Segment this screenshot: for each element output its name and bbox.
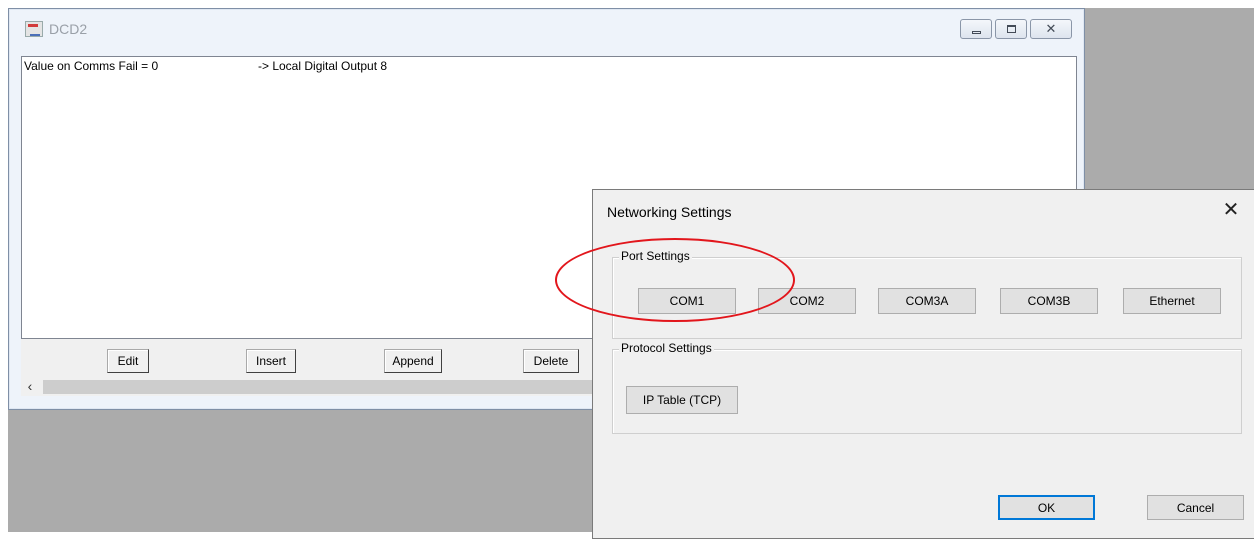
networking-settings-dialog: Networking Settings ✕ Port Settings COM1… <box>592 189 1254 539</box>
dialog-title: Networking Settings <box>607 204 732 220</box>
app-icon <box>25 21 43 37</box>
insert-button[interactable]: Insert <box>246 349 296 373</box>
com3b-button[interactable]: COM3B <box>1000 288 1098 314</box>
title-bar[interactable]: DCD2 ✕ <box>9 9 1084 49</box>
ok-button[interactable]: OK <box>998 495 1095 520</box>
close-button[interactable]: ✕ <box>1030 19 1072 39</box>
com2-button[interactable]: COM2 <box>758 288 856 314</box>
edit-button[interactable]: Edit <box>107 349 149 373</box>
com1-button[interactable]: COM1 <box>638 288 736 314</box>
protocol-settings-legend: Protocol Settings <box>619 341 714 355</box>
delete-button[interactable]: Delete <box>523 349 579 373</box>
cancel-button[interactable]: Cancel <box>1147 495 1244 520</box>
port-settings-group: Port Settings COM1 COM2 COM3A COM3B Ethe… <box>612 249 1242 339</box>
port-settings-legend: Port Settings <box>619 249 692 263</box>
maximize-button[interactable] <box>995 19 1027 39</box>
ethernet-button[interactable]: Ethernet <box>1123 288 1221 314</box>
dialog-close-icon[interactable]: ✕ <box>1216 196 1246 224</box>
scroll-thumb[interactable] <box>43 380 597 394</box>
minimize-button[interactable] <box>960 19 992 39</box>
scroll-left-icon[interactable]: ‹ <box>21 378 39 396</box>
maximize-icon <box>1007 25 1016 33</box>
caption-buttons: ✕ <box>960 19 1072 39</box>
window-title: DCD2 <box>49 21 88 37</box>
minimize-icon <box>972 31 981 34</box>
append-button[interactable]: Append <box>384 349 442 373</box>
ip-table-tcp-button[interactable]: IP Table (TCP) <box>626 386 738 414</box>
list-item-action: -> Local Digital Output 8 <box>258 59 388 73</box>
close-icon: ✕ <box>1045 21 1057 36</box>
list-item-condition: Value on Comms Fail = 0 <box>24 59 159 73</box>
com3a-button[interactable]: COM3A <box>878 288 976 314</box>
protocol-settings-group: Protocol Settings IP Table (TCP) <box>612 341 1242 434</box>
